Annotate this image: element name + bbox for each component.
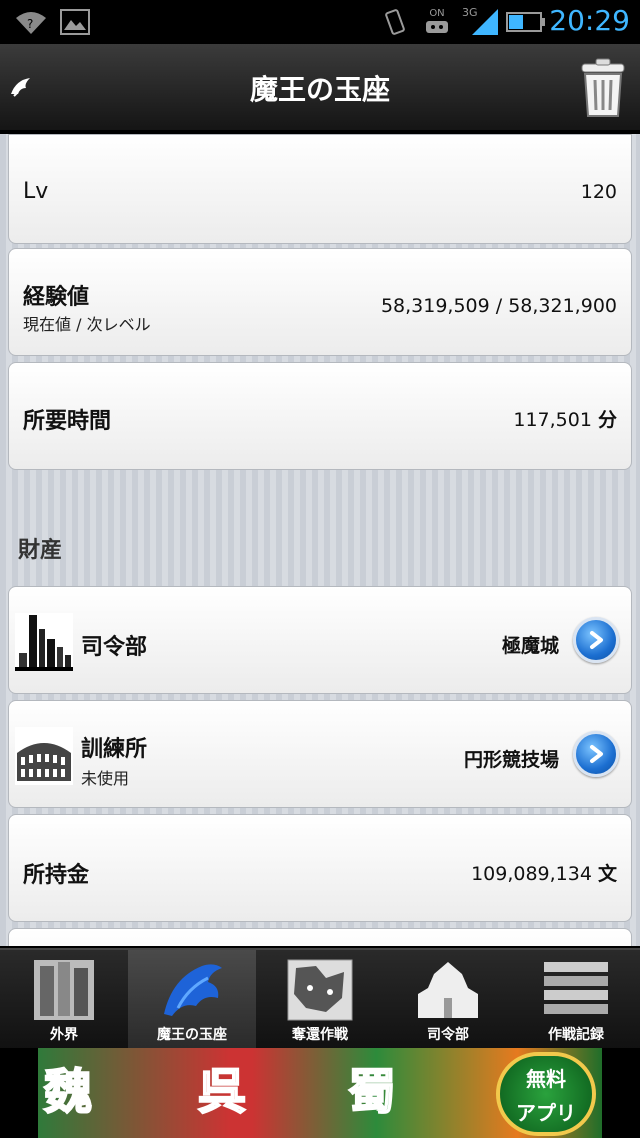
colosseum-icon bbox=[15, 727, 73, 785]
hq-value: 極魔城 bbox=[501, 635, 559, 657]
money-value-group: 109,089,134 文 bbox=[471, 859, 617, 886]
debug-label: ON bbox=[429, 8, 445, 19]
records-list-icon bbox=[542, 958, 610, 1022]
ad-word-shu: 蜀 bbox=[347, 1063, 397, 1121]
lv-value: 120 bbox=[580, 181, 617, 203]
tab-records[interactable]: 作戦記録 bbox=[512, 950, 640, 1050]
exp-label: 経験値 bbox=[23, 285, 90, 310]
content-area[interactable]: Lv 120 経験値 現在値 / 次レベル 58,319,509 / 58,32… bbox=[0, 134, 640, 946]
money-label: 所持金 bbox=[23, 863, 90, 888]
ad-word-wei: 魏 bbox=[43, 1063, 93, 1121]
lv-label: Lv bbox=[23, 179, 49, 204]
ad-word-wu: 呉 bbox=[197, 1063, 247, 1121]
training-label: 訓練所 bbox=[81, 737, 148, 762]
map-icon bbox=[286, 958, 354, 1022]
time-unit: 分 bbox=[597, 409, 617, 431]
page-title: 魔王の玉座 bbox=[249, 73, 390, 106]
training-value: 円形競技場 bbox=[463, 749, 559, 771]
tab-label: 外界 bbox=[50, 1027, 78, 1043]
chevron-right-icon[interactable] bbox=[573, 617, 619, 663]
svg-text:?: ? bbox=[27, 17, 33, 31]
money-row: 所持金 109,089,134 文 bbox=[8, 814, 632, 922]
trash-icon[interactable] bbox=[576, 58, 630, 118]
badge-line-1: 無料 bbox=[526, 1067, 566, 1091]
money-unit: 文 bbox=[597, 863, 617, 885]
clock-time: 20:29 bbox=[549, 4, 630, 37]
time-row: 所要時間 117,501 分 bbox=[8, 362, 632, 470]
exp-sub-label: 現在値 / 次レベル bbox=[23, 315, 151, 334]
time-label: 所要時間 bbox=[23, 409, 112, 434]
badge-line-2: アプリ bbox=[516, 1101, 576, 1125]
lv-row: Lv 120 bbox=[8, 134, 632, 244]
tab-label: 奪還作戦 bbox=[292, 1027, 348, 1043]
tab-label: 作戦記録 bbox=[548, 1027, 604, 1043]
time-value: 117,501 bbox=[513, 409, 592, 431]
tab-label: 司令部 bbox=[427, 1027, 469, 1043]
tab-hq[interactable]: 司令部 bbox=[384, 950, 512, 1050]
throne-bird-icon bbox=[158, 958, 226, 1022]
vibrate-icon bbox=[380, 6, 410, 38]
training-row[interactable]: 訓練所 未使用 円形競技場 bbox=[8, 700, 632, 808]
wifi-question-icon: ? bbox=[14, 6, 48, 38]
next-row-partial bbox=[8, 928, 632, 946]
chevron-right-icon[interactable] bbox=[573, 731, 619, 777]
image-icon bbox=[60, 6, 90, 38]
network-label: 3G bbox=[462, 6, 478, 19]
outside-gate-icon bbox=[30, 958, 98, 1022]
title-bar: 魔王の玉座 bbox=[0, 44, 640, 132]
training-sub-label: 未使用 bbox=[81, 769, 130, 788]
hq-building-icon bbox=[15, 613, 73, 671]
free-app-badge[interactable]: 無料 アプリ bbox=[496, 1052, 596, 1136]
battery-icon bbox=[506, 6, 546, 38]
tab-outside[interactable]: 外界 bbox=[0, 950, 128, 1050]
exp-row: 経験値 現在値 / 次レベル 58,319,509 / 58,321,900 bbox=[8, 248, 632, 356]
tab-recapture[interactable]: 奪還作戦 bbox=[256, 950, 384, 1050]
ad-banner-image[interactable]: 魏 呉 蜀 無料 アプリ bbox=[38, 1048, 602, 1138]
exp-value: 58,319,509 / 58,321,900 bbox=[380, 295, 617, 317]
tab-throne[interactable]: 魔王の玉座 bbox=[128, 950, 256, 1050]
status-bar: ? ON 3G 20:29 bbox=[0, 0, 640, 44]
castle-icon bbox=[414, 958, 482, 1022]
section-title-assets: 財産 bbox=[18, 538, 63, 563]
time-value-group: 117,501 分 bbox=[513, 405, 617, 432]
hq-row[interactable]: 司令部 極魔城 bbox=[8, 586, 632, 694]
bottom-tab-bar: 外界 魔王の玉座 奪還作戦 司令部 作戦記録 bbox=[0, 948, 640, 1050]
signal-3g-icon: 3G bbox=[462, 6, 500, 38]
ad-banner[interactable]: 魏 呉 蜀 無料 アプリ bbox=[0, 1048, 640, 1138]
usb-debug-icon: ON bbox=[422, 6, 452, 38]
tab-label: 魔王の玉座 bbox=[157, 1027, 227, 1043]
hq-label: 司令部 bbox=[81, 635, 148, 660]
money-value: 109,089,134 bbox=[471, 863, 592, 885]
